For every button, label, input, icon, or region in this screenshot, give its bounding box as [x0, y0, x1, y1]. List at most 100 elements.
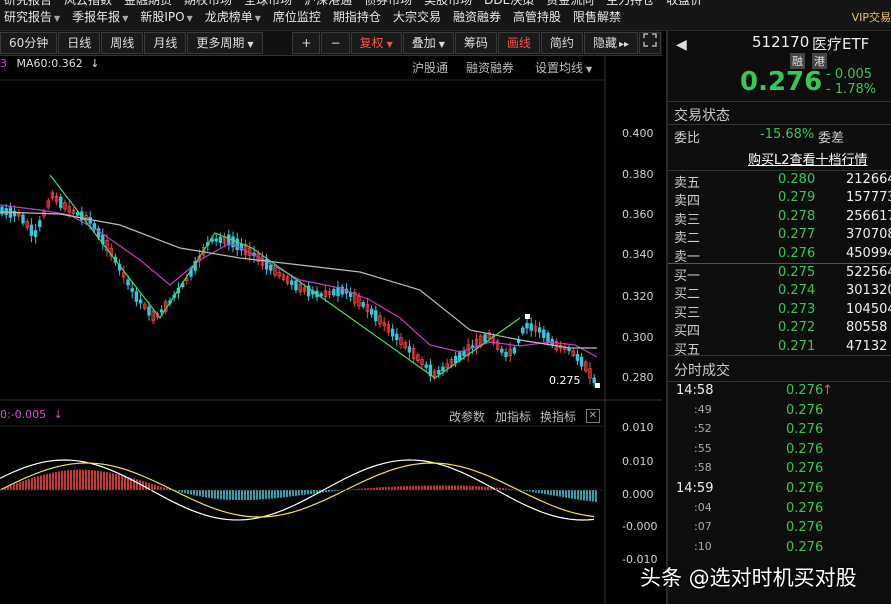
menu-item-label: 研究报告	[4, 10, 53, 24]
menu-item[interactable]: 龙虎榜单 ▼	[201, 10, 269, 25]
level-volume: 157773	[846, 190, 891, 206]
drawline-button[interactable]: 画线	[497, 32, 540, 54]
macd-y-tick-label: 0.010	[622, 455, 654, 468]
level-price: 0.278	[778, 208, 816, 224]
ticks-title: 分时成交	[674, 363, 730, 379]
menu-item-label: 龙虎榜单	[204, 10, 253, 24]
zoom-out-button[interactable]: −	[321, 32, 350, 54]
vip-trade-link[interactable]: VIP交易	[852, 10, 891, 25]
watermark-text: 头条 @选对时机买对股	[640, 566, 857, 590]
macd-y-tick-label: 0.010	[622, 421, 654, 434]
menu-top-item[interactable]: 收盘价	[662, 0, 710, 8]
tick-row: 14:58 0.276 ↑	[674, 383, 891, 401]
candle-body	[21, 214, 25, 224]
change-params-button[interactable]: 改参数	[449, 408, 485, 425]
menu-top-item[interactable]: 期权市场	[180, 0, 240, 8]
bid-level-row[interactable]: 买四 0.272 80558	[674, 320, 891, 340]
level-price: 0.273	[778, 301, 816, 317]
candle-body	[546, 332, 550, 344]
tick-price: 0.276	[786, 461, 824, 477]
candle-body	[504, 351, 508, 358]
l2-upgrade-link[interactable]: 购买L2查看十档行情	[748, 149, 868, 168]
menu-item[interactable]: 高管持股	[509, 10, 569, 25]
candle-body	[336, 286, 340, 297]
menu-top-item[interactable]: 研究报告	[0, 0, 60, 8]
menu-top-item[interactable]: 资金流向	[542, 0, 602, 8]
fuquan-dropdown[interactable]: 复权 ▼	[350, 32, 402, 54]
bid-level-row[interactable]: 买三 0.273 104504	[674, 301, 891, 321]
menu-item-label: 高管持股	[512, 10, 561, 24]
level-volume: 47132	[846, 338, 888, 354]
level-label: 买一	[674, 269, 701, 284]
swap-indicator-button[interactable]: 换指标	[540, 408, 576, 425]
menu-top-item[interactable]: 沪深港通	[300, 0, 360, 8]
menu-item[interactable]: 季报年报 ▼	[68, 10, 136, 25]
tick-row: :04 0.276	[674, 501, 891, 519]
menu-item[interactable]: 席位监控	[269, 10, 329, 25]
zoom-in-button[interactable]: +	[292, 32, 321, 54]
tick-price: 0.276	[786, 383, 824, 398]
bid-level-row[interactable]: 买二 0.274 301320	[674, 283, 891, 302]
ask-level-row[interactable]: 卖三 0.278 256617	[674, 208, 891, 228]
chevron-down-icon: ▼	[386, 40, 393, 49]
level-price: 0.275	[778, 265, 816, 280]
menu-top-item[interactable]: 主力持仓	[602, 0, 662, 8]
ask-level-row[interactable]: 卖二 0.277 370708	[674, 227, 891, 246]
candle-body	[525, 322, 529, 329]
menu-top-item[interactable]: 风云指数	[60, 0, 120, 8]
level-label: 买四	[674, 324, 701, 340]
period-week-button[interactable]: 周线	[101, 32, 144, 54]
ask-level-row[interactable]: 卖四 0.279 157773	[674, 190, 891, 210]
hugutong-button[interactable]: 沪股通	[412, 59, 448, 76]
close-icon[interactable]: ✕	[586, 409, 600, 423]
hide-dropdown[interactable]: 隐藏 ▸▸	[583, 32, 638, 54]
menu-top-item[interactable]: 债券市场	[360, 0, 420, 8]
tick-time: :10	[694, 539, 712, 553]
tick-price: 0.276	[786, 441, 824, 457]
menu-item[interactable]: 新股IPO ▼	[136, 10, 200, 25]
period-month-button[interactable]: 月线	[144, 32, 187, 54]
fullscreen-button[interactable]	[639, 32, 661, 54]
menu-item[interactable]: 融资融券	[449, 10, 509, 25]
candle-body	[126, 279, 130, 286]
level-label: 卖四	[674, 194, 701, 210]
menu-item[interactable]: 大宗交易	[389, 10, 449, 25]
rongzi-button[interactable]: 融资融券	[466, 59, 514, 76]
candle-body	[483, 334, 487, 343]
brief-button[interactable]: 简约	[540, 32, 583, 54]
menu-top-item[interactable]: 全球市场	[240, 0, 300, 8]
menu-item[interactable]: 研究报告 ▼	[0, 10, 68, 25]
bid-level-row[interactable]: 买五 0.271 47132	[674, 338, 891, 358]
weibi-label: 委比	[674, 131, 701, 146]
ask-level-row[interactable]: 卖五 0.280 212664	[674, 172, 891, 191]
candle-body	[269, 264, 273, 271]
period-day-button[interactable]: 日线	[58, 32, 101, 54]
menu-item[interactable]: 期指持仓	[329, 10, 389, 25]
menu-item[interactable]: 限售解禁	[569, 10, 629, 25]
ask-level-row[interactable]: 卖一 0.276 450994	[674, 245, 891, 265]
y-axis-tick-label: 0.400	[622, 127, 654, 140]
chevron-down-icon: ▼	[54, 14, 61, 23]
menu-top-item[interactable]: 金融期货	[120, 0, 180, 8]
kline-chart-area[interactable]	[0, 56, 662, 604]
ma-settings-dropdown[interactable]: 设置均线 ▼	[535, 59, 592, 76]
add-indicator-button[interactable]: 加指标	[495, 408, 531, 425]
level-volume: 450994	[846, 245, 891, 261]
tick-time: 14:58	[676, 383, 714, 398]
more-periods-dropdown[interactable]: 更多周期 ▼	[187, 32, 263, 54]
menu-top-item[interactable]: DDE决策	[480, 0, 542, 8]
candle-body	[290, 280, 294, 285]
collapse-left-icon[interactable]: ◀	[676, 37, 687, 53]
overlay-dropdown[interactable]: 叠加 ▼	[402, 32, 454, 54]
menu-top-item[interactable]: 美股市场	[420, 0, 480, 8]
tick-row: :52 0.276	[674, 422, 891, 440]
tick-time: :07	[694, 520, 712, 534]
menu-row-top: 研究报告 风云指数 金融期货 期权市场 全球市场 沪深港通 债券市场 美股市场 DDE决策 资金流…	[0, 0, 710, 8]
bid-level-row[interactable]: 买一 0.275 522564	[674, 265, 891, 284]
price-change-pct: - 1.78%	[826, 82, 877, 97]
chips-button[interactable]: 筹码	[454, 32, 497, 54]
period-60min-button[interactable]: 60分钟	[0, 32, 58, 54]
candle-body	[395, 333, 399, 340]
y-axis-tick-label: 0.380	[622, 168, 654, 181]
candle-body	[542, 329, 546, 338]
